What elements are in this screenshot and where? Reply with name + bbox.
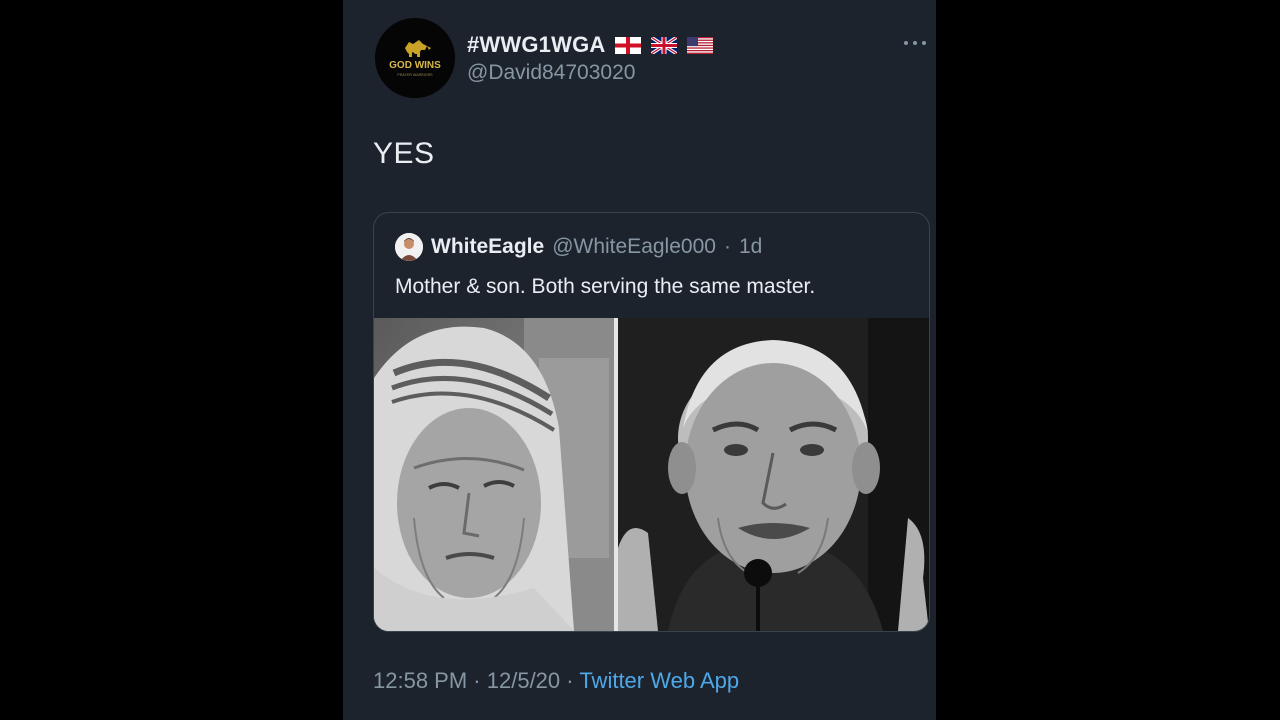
quoted-tweet[interactable]: WhiteEagle @WhiteEagle000 · 1d Mother & … (373, 212, 930, 632)
portrait-left-image (374, 318, 614, 631)
meta-separator: · (473, 668, 481, 693)
quoted-avatar[interactable] (395, 233, 423, 261)
quoted-handle[interactable]: @WhiteEagle000 (552, 235, 716, 259)
lion-logo-icon: GOD WINS PRAYER WARRIORS (375, 18, 455, 98)
quoted-separator: · (723, 235, 731, 258)
screen: GOD WINS PRAYER WARRIORS #WWG1WGA @David… (0, 0, 1280, 720)
tweet-source-link[interactable]: Twitter Web App (579, 668, 739, 693)
tweet-date[interactable]: 12/5/20 (487, 668, 560, 693)
tweet-text: YES (373, 137, 435, 170)
tweet-card: GOD WINS PRAYER WARRIORS #WWG1WGA @David… (343, 0, 936, 720)
quoted-age[interactable]: 1d (739, 235, 762, 259)
tweet-time[interactable]: 12:58 PM (373, 668, 467, 693)
author-name-row: #WWG1WGA (467, 30, 714, 60)
portrait-right-image (618, 318, 929, 631)
photo-left[interactable] (374, 318, 614, 631)
avatar-sublettering: PRAYER WARRIORS (397, 73, 433, 77)
us-flag-icon (687, 36, 714, 54)
meta-separator-2: · (566, 668, 574, 693)
quoted-avatar-image (395, 233, 423, 261)
england-flag-icon (615, 36, 642, 54)
quoted-tweet-header: WhiteEagle @WhiteEagle000 · 1d (395, 232, 762, 262)
quoted-display-name[interactable]: WhiteEagle (431, 235, 544, 259)
tweet-metadata: 12:58 PM · 12/5/20 · Twitter Web App (373, 668, 739, 694)
avatar[interactable]: GOD WINS PRAYER WARRIORS (375, 18, 455, 98)
more-options-icon[interactable] (904, 38, 926, 48)
photo-right[interactable] (618, 318, 929, 631)
avatar-lettering: GOD WINS (389, 60, 441, 71)
author-display-name[interactable]: #WWG1WGA (467, 32, 605, 58)
author-handle[interactable]: @David84703020 (467, 61, 635, 85)
uk-flag-icon (651, 36, 678, 54)
quoted-media (374, 318, 929, 631)
quoted-text: Mother & son. Both serving the same mast… (395, 275, 816, 298)
